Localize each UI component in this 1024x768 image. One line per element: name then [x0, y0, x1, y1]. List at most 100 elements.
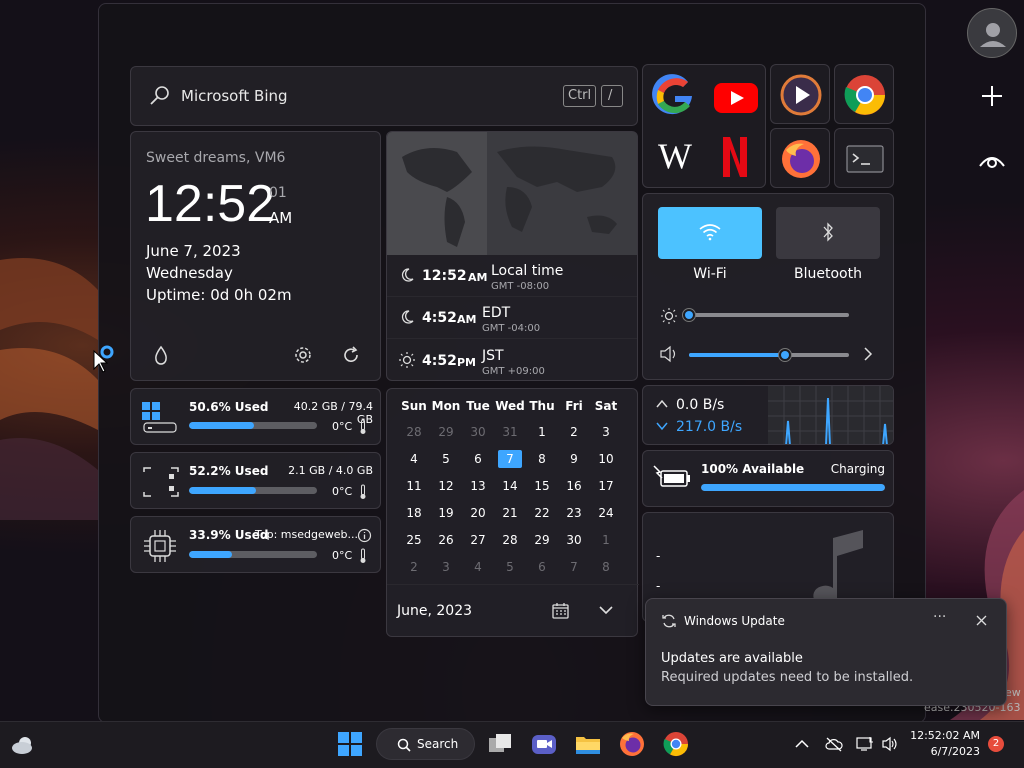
calendar-day[interactable]: 18: [401, 504, 427, 522]
calendar-day[interactable]: 20: [465, 504, 491, 522]
calendar-day[interactable]: 5: [433, 450, 459, 468]
notification-badge[interactable]: 2: [988, 736, 1004, 752]
toast-body: Required updates need to be installed.: [661, 670, 914, 685]
wikipedia-icon[interactable]: W: [652, 138, 698, 174]
volume-thumb[interactable]: [778, 348, 792, 362]
calendar-month-label[interactable]: June, 2023: [397, 603, 472, 619]
volume-slider[interactable]: [689, 348, 849, 362]
calendar-day[interactable]: 3: [433, 558, 459, 576]
calendar-day[interactable]: 7: [498, 450, 522, 468]
shortcut-chrome[interactable]: [834, 64, 894, 124]
calendar-day[interactable]: 28: [401, 423, 427, 441]
wallpaper-petals: [0, 258, 98, 520]
info-icon[interactable]: [357, 528, 372, 543]
cpu-chip-icon: [144, 530, 176, 562]
file-explorer-icon[interactable]: [574, 730, 602, 758]
teams-chat-icon[interactable]: [530, 730, 558, 758]
calendar-day[interactable]: 17: [593, 477, 619, 495]
calendar-day[interactable]: 24: [593, 504, 619, 522]
droplet-icon[interactable]: [153, 345, 169, 365]
brightness-slider[interactable]: [682, 308, 849, 322]
calendar-day[interactable]: 23: [561, 504, 587, 522]
calendar-day[interactable]: 15: [529, 477, 555, 495]
weather-cloud-icon[interactable]: [10, 732, 36, 756]
user-avatar[interactable]: [967, 8, 1017, 58]
calendar-day[interactable]: 25: [401, 531, 427, 549]
eye-icon[interactable]: [978, 148, 1006, 172]
settings-gear-icon[interactable]: [293, 345, 313, 365]
calendar-day[interactable]: 30: [465, 423, 491, 441]
calendar-day[interactable]: 7: [561, 558, 587, 576]
calendar-day[interactable]: 1: [529, 423, 555, 441]
wifi-toggle[interactable]: [658, 207, 762, 259]
tz-ampm: PM: [457, 356, 477, 369]
windows-update-toast[interactable]: Windows Update ··· Updates are available…: [645, 598, 1007, 706]
calendar-day[interactable]: 11: [401, 477, 427, 495]
calendar-day[interactable]: 9: [561, 450, 587, 468]
google-icon[interactable]: [652, 74, 698, 120]
youtube-icon[interactable]: [713, 82, 759, 114]
weekday-label: Thu: [529, 399, 555, 413]
calendar-day[interactable]: 2: [401, 558, 427, 576]
cloud-offline-icon[interactable]: [825, 736, 843, 752]
moon-icon: [401, 310, 414, 324]
chrome-taskbar-icon[interactable]: [662, 730, 690, 758]
start-windows-icon[interactable]: [336, 730, 364, 758]
calendar-day[interactable]: 8: [529, 450, 555, 468]
shortcut-terminal[interactable]: [834, 128, 894, 188]
refresh-icon[interactable]: [341, 345, 361, 365]
firefox-icon: [782, 140, 820, 178]
chevron-up-icon[interactable]: [795, 739, 809, 749]
taskbar-search-box[interactable]: Search: [376, 728, 475, 760]
disk-widget: 50.6% Used 40.2 GB / 79.4 GB 0°C: [130, 388, 381, 445]
chevron-down-icon[interactable]: [599, 605, 613, 615]
more-options-icon[interactable]: ···: [933, 609, 946, 625]
firefox-taskbar-icon[interactable]: [618, 730, 646, 758]
calendar-day[interactable]: 4: [401, 450, 427, 468]
calendar-day[interactable]: 22: [529, 504, 555, 522]
volume-icon[interactable]: [659, 345, 679, 363]
search-bar[interactable]: Microsoft Bing Ctrl /: [130, 66, 638, 126]
calendar-day[interactable]: 30: [561, 531, 587, 549]
calendar-day[interactable]: 1: [593, 531, 619, 549]
calendar-day[interactable]: 6: [465, 450, 491, 468]
calendar-day[interactable]: 13: [465, 477, 491, 495]
media-artist: -: [656, 579, 661, 593]
calendar-day[interactable]: 2: [561, 423, 587, 441]
chevron-right-icon[interactable]: [863, 347, 873, 361]
calendar-day[interactable]: 14: [497, 477, 523, 495]
calendar-day[interactable]: 21: [497, 504, 523, 522]
upload-arrow-icon: [656, 399, 668, 408]
calendar-day[interactable]: 29: [529, 531, 555, 549]
uptime: Uptime: 0d 0h 02m: [146, 286, 292, 304]
network-monitor-icon[interactable]: [856, 736, 874, 752]
calendar-day[interactable]: 31: [497, 423, 523, 441]
task-view-icon[interactable]: [486, 730, 514, 758]
add-icon[interactable]: [980, 84, 1004, 108]
calendar-day[interactable]: 8: [593, 558, 619, 576]
calendar-day[interactable]: 3: [593, 423, 619, 441]
taskbar-clock-time[interactable]: 12:52:02 AM: [904, 729, 980, 742]
calendar-day[interactable]: 29: [433, 423, 459, 441]
brightness-thumb[interactable]: [682, 308, 696, 322]
shortcut-media-player[interactable]: [770, 64, 830, 124]
calendar-icon[interactable]: [552, 602, 569, 619]
calendar-day[interactable]: 5: [497, 558, 523, 576]
calendar-day[interactable]: 4: [465, 558, 491, 576]
netflix-icon[interactable]: [721, 135, 749, 179]
calendar-day[interactable]: 26: [433, 531, 459, 549]
shortcut-firefox[interactable]: [770, 128, 830, 188]
calendar-day[interactable]: 10: [593, 450, 619, 468]
search-icon: [150, 86, 169, 105]
speaker-icon[interactable]: [881, 736, 899, 752]
wifi-icon: [699, 224, 721, 241]
close-icon[interactable]: [976, 615, 987, 626]
taskbar-clock-date[interactable]: 6/7/2023: [904, 745, 980, 758]
calendar-day[interactable]: 27: [465, 531, 491, 549]
calendar-day[interactable]: 28: [497, 531, 523, 549]
calendar-day[interactable]: 12: [433, 477, 459, 495]
bluetooth-toggle[interactable]: [776, 207, 880, 259]
calendar-day[interactable]: 6: [529, 558, 555, 576]
calendar-day[interactable]: 19: [433, 504, 459, 522]
calendar-day[interactable]: 16: [561, 477, 587, 495]
